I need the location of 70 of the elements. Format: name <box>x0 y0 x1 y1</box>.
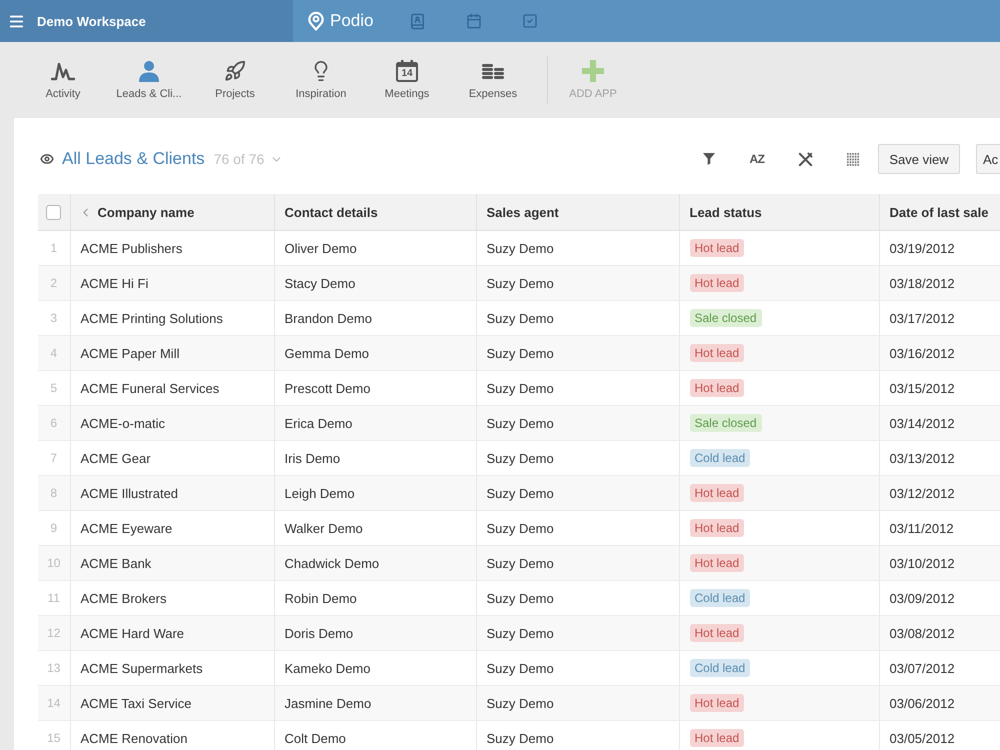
select-all-checkbox[interactable] <box>46 204 62 220</box>
toolbar-button[interactable]: Ac <box>976 144 1000 174</box>
column-header[interactable]: Date of last sale <box>890 204 988 220</box>
table-cell: Suzy Demo <box>476 720 679 750</box>
menu-button[interactable] <box>8 12 25 30</box>
checkbox-icon[interactable] <box>522 13 538 29</box>
tools-icon <box>798 152 812 166</box>
table-row[interactable]: 6 ACME-o-matic Erica Demo Suzy Demo Sale closed 03/14/2012 <box>38 406 1000 440</box>
plus-icon <box>582 60 604 82</box>
table-row[interactable]: 14 ACME Taxi Service Jasmine Demo Suzy Demo Hot lead 03/06/2012 <box>38 686 1000 720</box>
app-button[interactable]: Inspiration <box>278 42 364 118</box>
view-title[interactable]: All Leads & Clients <box>62 149 205 169</box>
app-button[interactable]: Leads & Cli... <box>106 42 192 118</box>
status-badge: Hot lead <box>690 519 744 537</box>
status-badge: Hot lead <box>690 379 744 397</box>
row-number: 15 <box>38 720 70 750</box>
save-view-button[interactable]: Save view <box>878 144 960 174</box>
logo-icon <box>308 11 324 31</box>
table-row[interactable]: 15 ACME Renovation Colt Demo Suzy Demo Hot lead 03/05/2012 <box>38 720 1000 750</box>
table-cell: ACME Renovation <box>70 720 274 750</box>
status-badge: Hot lead <box>690 239 744 257</box>
status-badge: Hot lead <box>690 624 744 642</box>
filter-icon <box>702 152 716 166</box>
menu-icon <box>8 12 25 30</box>
table-row[interactable]: 1 ACME Publishers Oliver Demo Suzy Demo Hot lead 03/19/2012 <box>38 230 1000 266</box>
grid-icon <box>847 152 859 166</box>
status-badge: Hot lead <box>690 274 744 292</box>
rocket-icon <box>224 60 246 82</box>
item-count: 76 of 76 <box>214 151 264 167</box>
status-badge: Sale closed <box>690 309 762 327</box>
column-header[interactable]: Sales agent <box>486 204 559 220</box>
status-badge: Sale closed <box>690 414 762 432</box>
table-row[interactable]: 4 ACME Paper Mill Gemma Demo Suzy Demo Hot lead 03/16/2012 <box>38 336 1000 370</box>
app-button[interactable]: Expenses <box>450 42 536 118</box>
table-row[interactable]: 3 ACME Printing Solutions Brandon Demo Suzy Demo Sale closed 03/17/2012 <box>38 300 1000 336</box>
status-badge: Cold lead <box>690 659 750 677</box>
status-badge: Hot lead <box>690 694 744 712</box>
column-header[interactable]: Company name <box>98 204 194 220</box>
table-row[interactable]: 9 ACME Eyeware Walker Demo Suzy Demo Hot lead 03/11/2012 <box>38 510 1000 546</box>
table-cell: Colt Demo <box>274 720 476 750</box>
address-book-icon[interactable] <box>409 12 426 30</box>
logo-text: Podio <box>330 11 374 31</box>
calendar-icon <box>396 60 418 82</box>
app-button[interactable]: Projects <box>192 42 278 118</box>
status-badge: Hot lead <box>690 484 744 502</box>
table-row[interactable]: 5 ACME Funeral Services Prescott Demo Suzy Demo Hot lead 03/15/2012 <box>38 370 1000 406</box>
workspace-name[interactable]: Demo Workspace <box>37 14 146 28</box>
table-cell: 03/05/2012 <box>879 720 1000 750</box>
eye-icon <box>40 152 54 166</box>
status-badge: Cold lead <box>690 589 750 607</box>
calendar-day-text: 14 <box>400 68 414 79</box>
table-row[interactable]: 7 ACME Gear Iris Demo Suzy Demo Cold lead 03/13/2012 <box>38 440 1000 476</box>
status-badge: Cold lead <box>690 449 750 467</box>
status-badge: Hot lead <box>690 344 744 362</box>
status-badge: Hot lead <box>690 729 744 747</box>
column-header[interactable]: Lead status <box>690 204 762 220</box>
pulse-icon <box>51 60 75 82</box>
sort-button[interactable]: AZ <box>740 144 774 174</box>
app-button[interactable]: Activity <box>20 42 106 118</box>
table-row[interactable]: 8 ACME Illustrated Leigh Demo Suzy Demo Hot lead 03/12/2012 <box>38 476 1000 510</box>
table-row[interactable]: 11 ACME Brokers Robin Demo Suzy Demo Cold lead 03/09/2012 <box>38 580 1000 616</box>
column-header[interactable]: Contact details <box>284 204 378 220</box>
table-row[interactable]: 12 ACME Hard Ware Doris Demo Suzy Demo Hot lead 03/08/2012 <box>38 616 1000 650</box>
table-row[interactable]: 2 ACME Hi Fi Stacy Demo Suzy Demo Hot lead 03/18/2012 <box>38 266 1000 300</box>
table-row[interactable]: 13 ACME Supermarkets Kameko Demo Suzy Demo Cold lead 03/07/2012 <box>38 650 1000 686</box>
app-button[interactable]: 14 Meetings <box>364 42 450 118</box>
calendar-icon[interactable] <box>466 13 482 29</box>
table-row[interactable]: 10 ACME Bank Chadwick Demo Suzy Demo Hot lead 03/10/2012 <box>38 546 1000 580</box>
person-icon <box>138 60 160 82</box>
status-badge: Hot lead <box>690 554 744 572</box>
